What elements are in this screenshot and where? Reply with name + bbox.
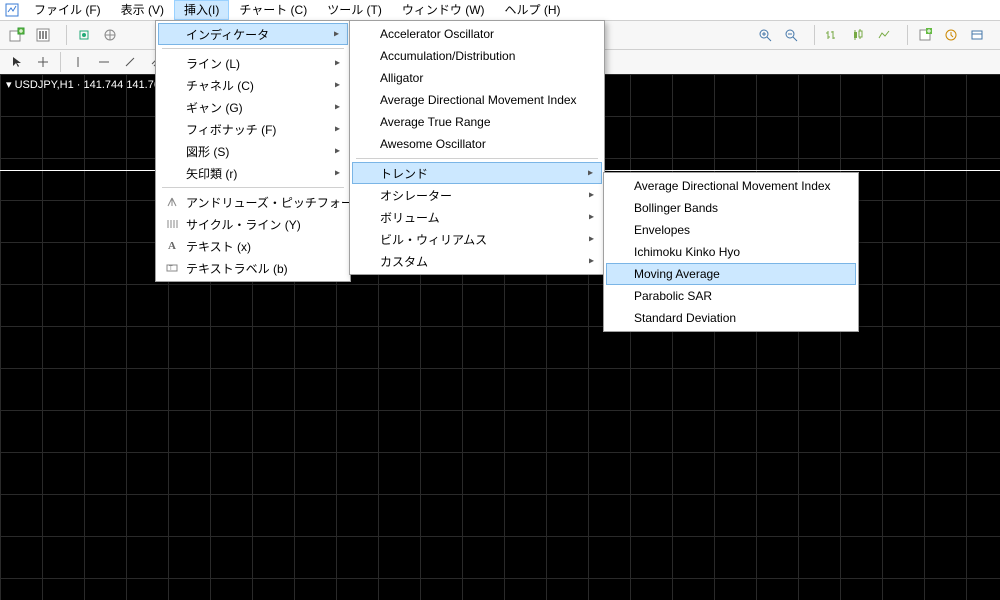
insert-dropdown: インディケータ▸ ライン (L)▸ チャネル (C)▸ ギャン (G)▸ フィボ… (155, 20, 351, 282)
ind-cat-custom[interactable]: カスタム▸ (352, 250, 602, 272)
trend-item-bollinger-bands[interactable]: Bollinger Bands (606, 197, 856, 219)
svg-text:T: T (169, 266, 173, 272)
menu-help[interactable]: ヘルプ (H) (495, 0, 571, 20)
crosshair-button[interactable] (31, 50, 55, 74)
vertical-line-button[interactable] (66, 50, 90, 74)
trendline-button[interactable] (118, 50, 142, 74)
trend-dropdown: Average Directional Movement IndexBollin… (603, 172, 859, 332)
menu-chart[interactable]: チャート (C) (229, 0, 317, 20)
menu-andrews[interactable]: アンドリューズ・ピッチフォーク (A) (158, 191, 348, 213)
templates-button[interactable] (965, 23, 989, 47)
ind-cat-oscillator[interactable]: オシレーター▸ (352, 184, 602, 206)
menu-file[interactable]: ファイル (F) (24, 0, 111, 20)
line-chart-button[interactable] (872, 23, 896, 47)
ind-adx[interactable]: Average Directional Movement Index (352, 89, 602, 111)
menu-line[interactable]: ライン (L)▸ (158, 52, 348, 74)
ind-cat-volume[interactable]: ボリューム▸ (352, 206, 602, 228)
trend-item-envelopes[interactable]: Envelopes (606, 219, 856, 241)
chevron-right-icon: ▸ (334, 29, 339, 40)
menu-insert[interactable]: 挿入(I) (174, 0, 229, 20)
menu-indicators[interactable]: インディケータ▸ (158, 23, 348, 45)
market-watch-button[interactable] (72, 23, 96, 47)
trend-item-average-directional-movement-index[interactable]: Average Directional Movement Index (606, 175, 856, 197)
app-root: ファイル (F) 表示 (V) 挿入(I) チャート (C) ツール (T) ウ… (0, 0, 1000, 600)
horizontal-line-button[interactable] (92, 50, 116, 74)
pitchfork-icon (164, 194, 180, 210)
cycle-icon (164, 216, 180, 232)
menu-channel[interactable]: チャネル (C)▸ (158, 74, 348, 96)
bar-chart-button[interactable] (820, 23, 844, 47)
ind-cat-trend[interactable]: トレンド▸ (352, 162, 602, 184)
trend-item-ichimoku-kinko-hyo[interactable]: Ichimoku Kinko Hyo (606, 241, 856, 263)
menu-gann[interactable]: ギャン (G)▸ (158, 96, 348, 118)
navigator-button[interactable] (98, 23, 122, 47)
ind-accelerator[interactable]: Accelerator Oscillator (352, 23, 602, 45)
menu-cycle[interactable]: サイクル・ライン (Y) (158, 213, 348, 235)
trend-item-moving-average[interactable]: Moving Average (606, 263, 856, 285)
app-icon (4, 2, 20, 18)
ind-alligator[interactable]: Alligator (352, 67, 602, 89)
ind-atr[interactable]: Average True Range (352, 111, 602, 133)
ind-awesome[interactable]: Awesome Oscillator (352, 133, 602, 155)
periodicity-button[interactable] (939, 23, 963, 47)
ind-accumulation[interactable]: Accumulation/Distribution (352, 45, 602, 67)
menu-text[interactable]: Aテキスト (x) (158, 235, 348, 257)
menu-arrows[interactable]: 矢印類 (r)▸ (158, 162, 348, 184)
menu-tools[interactable]: ツール (T) (317, 0, 392, 20)
menu-window[interactable]: ウィンドウ (W) (392, 0, 495, 20)
label-icon: T (164, 260, 180, 276)
cursor-button[interactable] (5, 50, 29, 74)
ind-cat-bill[interactable]: ビル・ウィリアムス▸ (352, 228, 602, 250)
profiles-button[interactable] (31, 23, 55, 47)
indicators-dropdown: Accelerator Oscillator Accumulation/Dist… (349, 20, 605, 275)
trend-item-parabolic-sar[interactable]: Parabolic SAR (606, 285, 856, 307)
candle-chart-button[interactable] (846, 23, 870, 47)
menu-view[interactable]: 表示 (V) (111, 0, 174, 20)
zoom-out-button[interactable] (779, 23, 803, 47)
zoom-in-button[interactable] (753, 23, 777, 47)
new-chart-button[interactable] (5, 23, 29, 47)
indicators-button[interactable] (913, 23, 937, 47)
trend-item-standard-deviation[interactable]: Standard Deviation (606, 307, 856, 329)
menu-textlabel[interactable]: Tテキストラベル (b) (158, 257, 348, 279)
menu-shapes[interactable]: 図形 (S)▸ (158, 140, 348, 162)
menu-fibo[interactable]: フィボナッチ (F)▸ (158, 118, 348, 140)
menubar: ファイル (F) 表示 (V) 挿入(I) チャート (C) ツール (T) ウ… (0, 0, 1000, 21)
text-icon: A (164, 238, 180, 254)
